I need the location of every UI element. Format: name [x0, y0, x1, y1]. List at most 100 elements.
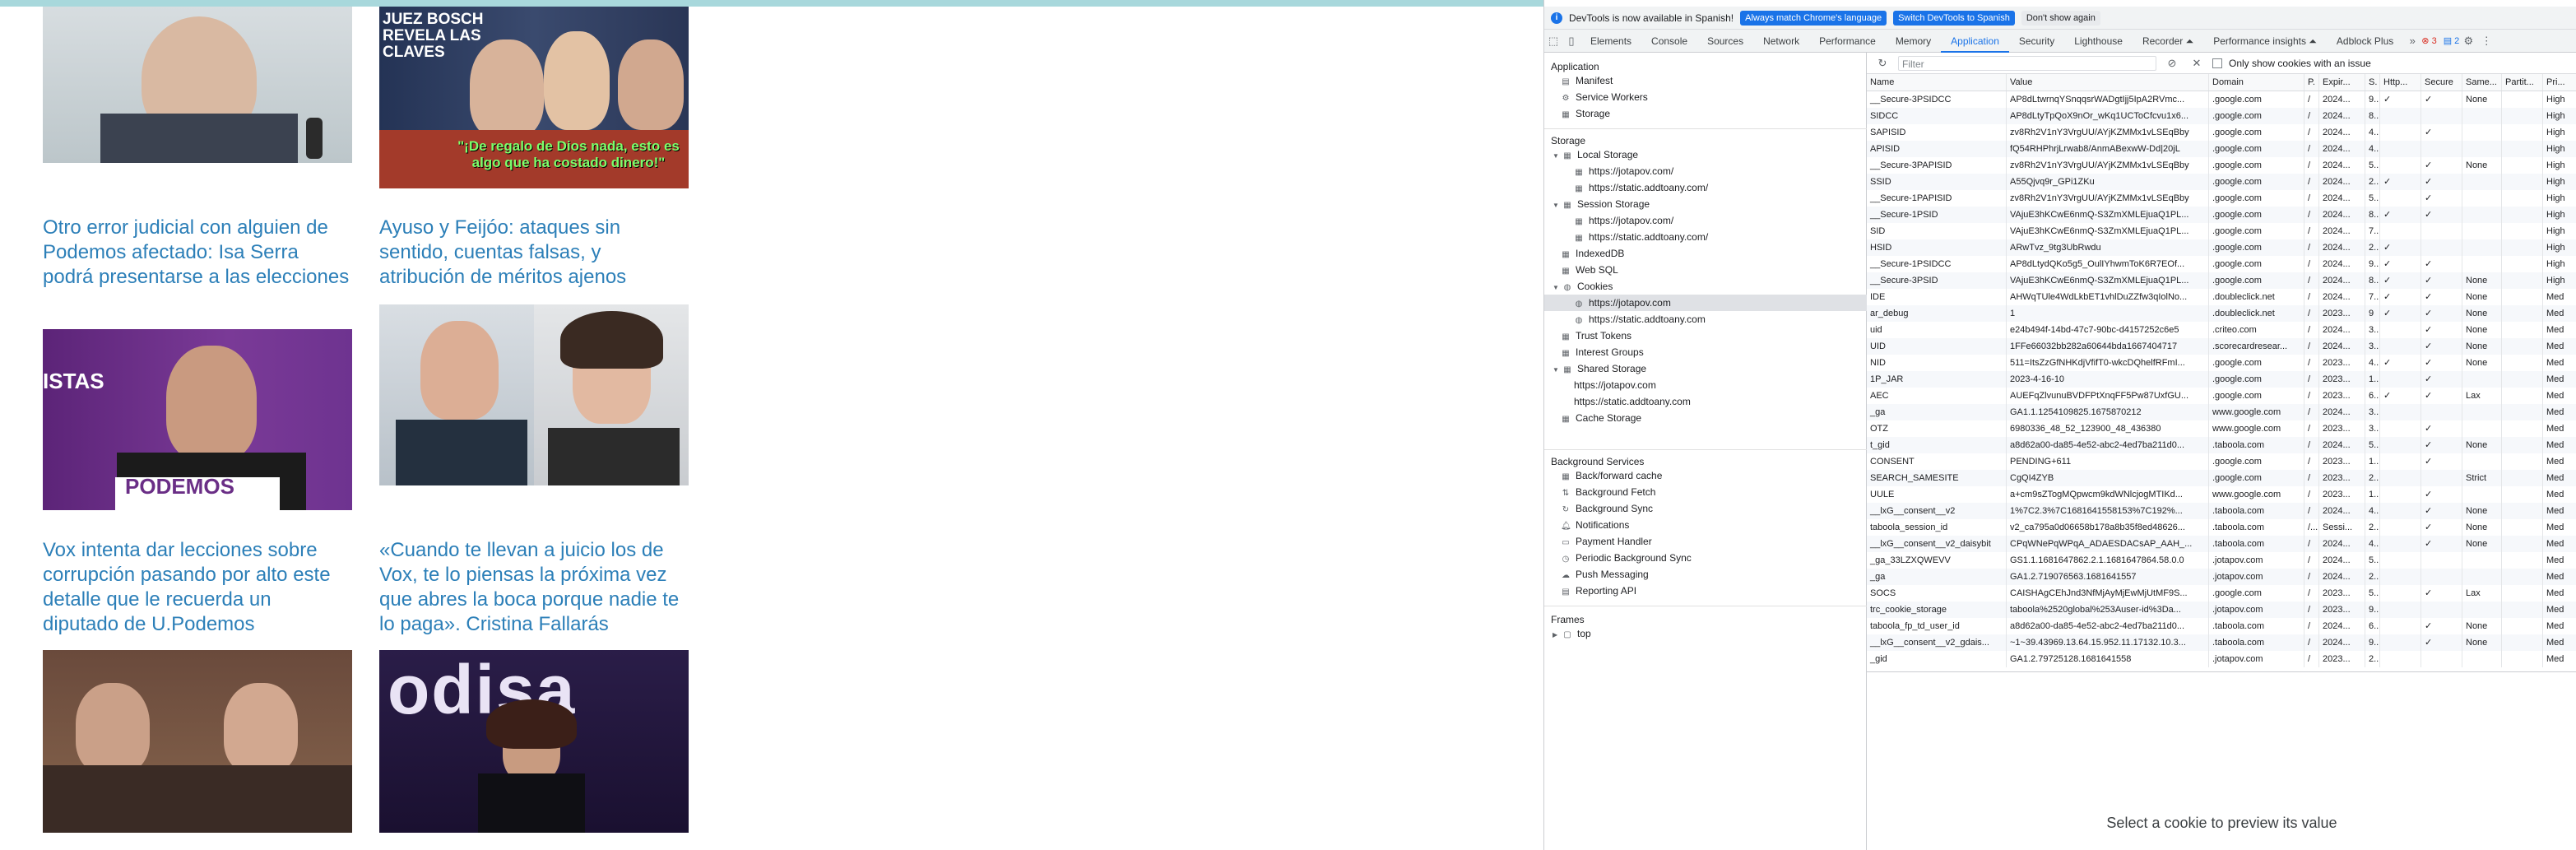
- tab-sources[interactable]: Sources: [1697, 30, 1753, 53]
- filter-input[interactable]: Filter: [1898, 55, 2156, 71]
- column-header[interactable]: Secure: [2421, 74, 2462, 91]
- table-row[interactable]: HSID ARwTvz_9tg3UbRwdu .google.com/2024...…: [1867, 239, 2576, 256]
- article-title[interactable]: Ayuso y Feijóo: ataques sin sentido, cue…: [379, 216, 689, 290]
- only-issue-checkbox[interactable]: [2212, 58, 2222, 68]
- sidebar-item-session-origin[interactable]: ▦ https://static.addtoany.com/: [1574, 229, 1708, 245]
- sidebar-item-trust-tokens[interactable]: ▦ Trust Tokens: [1561, 327, 1631, 344]
- table-row[interactable]: AEC AUEFqZlvunuBVDFPtXnqFF5Pw87UxfGU... .g…: [1867, 388, 2576, 404]
- table-row[interactable]: _ga GA1.1.1254109825.1675870212 www.google…: [1867, 404, 2576, 420]
- sidebar-item-shared-origin[interactable]: https://static.addtoany.com: [1574, 393, 1691, 410]
- table-row[interactable]: _ga_33LZXQWEVV GS1.1.1681647862.2.1.16816…: [1867, 552, 2576, 569]
- sidebar-item-indexeddb[interactable]: ▦ IndexedDB: [1561, 245, 1624, 262]
- table-row[interactable]: 1P_JAR 2023-4-16-10 .google.com/2023... 1..…: [1867, 371, 2576, 388]
- sidebar-item-cache-storage[interactable]: ▦ Cache Storage: [1561, 410, 1641, 426]
- expand-triangle-icon[interactable]: ▼: [1553, 280, 1561, 296]
- column-header[interactable]: Http...: [2380, 74, 2421, 91]
- article-image[interactable]: [43, 7, 352, 163]
- sidebar-item-periodic-sync[interactable]: ◷ Periodic Background Sync: [1561, 550, 1692, 566]
- table-row[interactable]: _gid GA1.2.79725128.1681641558 .jotapov.co…: [1867, 651, 2576, 667]
- article-title[interactable]: Otro error judicial con alguien de Podem…: [43, 216, 352, 290]
- table-row[interactable]: IDE AHWqTUle4WdLkbET1vhlDuZZfw3qIolNo....…: [1867, 289, 2576, 305]
- sidebar-item-storage[interactable]: ▦ Storage: [1561, 105, 1610, 122]
- article-title[interactable]: «Cuando te llevan a juicio los de Vox, t…: [379, 538, 689, 637]
- column-header[interactable]: Expir...: [2319, 74, 2365, 91]
- article-title[interactable]: Vox intenta dar lecciones sobre corrupci…: [43, 538, 352, 637]
- device-toolbar-icon[interactable]: ▯: [1562, 30, 1580, 53]
- tab-performance-insights[interactable]: Performance insights ⏶: [2203, 30, 2327, 53]
- refresh-icon[interactable]: ↻: [1873, 55, 1891, 72]
- table-row[interactable]: _ga GA1.2.719076563.1681641557 .jotapov.co…: [1867, 569, 2576, 585]
- table-row[interactable]: SAPISID zv8Rh2V1nY3VrgUU/AYjKZMMx1vLSEqBb…: [1867, 124, 2576, 141]
- sidebar-item-reporting-api[interactable]: ▤ Reporting API: [1561, 583, 1636, 599]
- sidebar-item-websql[interactable]: ▦ Web SQL: [1561, 262, 1618, 278]
- expand-triangle-icon[interactable]: ▼: [1553, 148, 1561, 165]
- table-row[interactable]: SSID A55Qjvq9r_GPi1ZKu .google.com/2024...…: [1867, 174, 2576, 190]
- tab-application[interactable]: Application: [1941, 30, 2009, 53]
- sidebar-item-shared-origin[interactable]: https://jotapov.com: [1574, 377, 1656, 393]
- sidebar-item-shared-storage[interactable]: ▼ ▦ Shared Storage: [1553, 360, 1646, 377]
- sidebar-item-local-storage[interactable]: ▼ ▦ Local Storage: [1553, 146, 1638, 163]
- sidebar-item-bfcache[interactable]: ▦ Back/forward cache: [1561, 467, 1662, 484]
- table-row[interactable]: SEARCH_SAMESITE CgQI4ZYB .google.com/2023.…: [1867, 470, 2576, 486]
- tab-adblock-plus[interactable]: Adblock Plus: [2327, 30, 2403, 53]
- article-image[interactable]: ISTAS PODEMOS: [43, 329, 352, 510]
- column-header[interactable]: Same...: [2462, 74, 2502, 91]
- sidebar-item-manifest[interactable]: ▤ Manifest: [1561, 72, 1613, 89]
- error-count-badge[interactable]: ⊗ 3: [2421, 35, 2436, 46]
- tab-console[interactable]: Console: [1641, 30, 1697, 53]
- column-header[interactable]: Domain: [2209, 74, 2304, 91]
- tab-memory[interactable]: Memory: [1886, 30, 1941, 53]
- tab-network[interactable]: Network: [1753, 30, 1809, 53]
- table-row[interactable]: SIDCC AP8dLtyTpQoX9nOr_wKq1UCToCfcvu1x6..…: [1867, 108, 2576, 124]
- article-image[interactable]: JUEZ BOSCH REVELA LAS CLAVES "¡De regalo…: [379, 7, 689, 188]
- sidebar-item-push-messaging[interactable]: ☁ Push Messaging: [1561, 566, 1649, 583]
- tab-security[interactable]: Security: [2009, 30, 2064, 53]
- table-row[interactable]: __lxG__consent__v2_daisybit CPqWNePqWPqA_…: [1867, 536, 2576, 552]
- table-row[interactable]: OTZ 6980336_48_52_123900_48_436380 www.goo…: [1867, 420, 2576, 437]
- column-header[interactable]: Name: [1867, 74, 2007, 91]
- table-row[interactable]: __Secure-3PSID VAjuE3hKCwE6nmQ-S3ZmXMLEju…: [1867, 272, 2576, 289]
- article-image[interactable]: [43, 650, 352, 833]
- sidebar-item-local-origin[interactable]: ▦ https://jotapov.com/: [1574, 163, 1673, 179]
- table-row[interactable]: __Secure-3PAPISID zv8Rh2V1nY3VrgUU/AYjKZM…: [1867, 157, 2576, 174]
- delete-icon[interactable]: ✕: [2188, 55, 2206, 72]
- kebab-menu-icon[interactable]: ⋮: [2477, 30, 2495, 53]
- dont-show-again-button[interactable]: Don't show again: [2021, 10, 2100, 26]
- column-header[interactable]: Partit...: [2502, 74, 2543, 91]
- article-card[interactable]: «Cuando te llevan a juicio los de Vox, t…: [379, 538, 689, 637]
- table-row[interactable]: uid e24b494f-14bd-47c7-90bc-d4157252c6e5.…: [1867, 322, 2576, 338]
- switch-language-button[interactable]: Switch DevTools to Spanish: [1893, 10, 2015, 26]
- sidebar-item-local-origin[interactable]: ▦ https://static.addtoany.com/: [1574, 179, 1708, 196]
- table-row[interactable]: APISID fQ54RHPhrjLrwab8/AnmABexwW-Dd|20jL…: [1867, 141, 2576, 157]
- column-header[interactable]: Pri...: [2543, 74, 2576, 91]
- table-row[interactable]: __Secure-1PAPISID zv8Rh2V1nY3VrgUU/AYjKZM…: [1867, 190, 2576, 207]
- column-header[interactable]: Value: [2007, 74, 2209, 91]
- sidebar-item-session-storage[interactable]: ▼ ▦ Session Storage: [1553, 196, 1650, 212]
- table-row[interactable]: __lxG__consent__v2_gdais... ~1~39.43969.1…: [1867, 634, 2576, 651]
- article-card[interactable]: Vox intenta dar lecciones sobre corrupci…: [43, 538, 352, 637]
- expand-triangle-icon[interactable]: ▼: [1553, 362, 1561, 379]
- table-row[interactable]: SID VAjuE3hKCwE6nmQ-S3ZmXMLEjuaQ1PL... .go…: [1867, 223, 2576, 239]
- sidebar-item-session-origin[interactable]: ▦ https://jotapov.com/: [1574, 212, 1673, 229]
- table-row[interactable]: __lxG__consent__v2 1%7C2.3%7C168164155815…: [1867, 503, 2576, 519]
- more-tabs-icon[interactable]: »: [2403, 30, 2421, 53]
- table-row[interactable]: ar_debug 1 .doubleclick.net/2023... 9 ✓ ✓ None…: [1867, 305, 2576, 322]
- article-image[interactable]: [379, 304, 689, 485]
- sidebar-item-frame-top[interactable]: ▶ ▢ top: [1553, 625, 1591, 642]
- article-card[interactable]: Ayuso y Feijóo: ataques sin sentido, cue…: [379, 216, 689, 290]
- sidebar-item-interest-groups[interactable]: ▦ Interest Groups: [1561, 344, 1643, 360]
- sidebar-item-background-fetch[interactable]: ⇅ Background Fetch: [1561, 484, 1656, 500]
- table-row[interactable]: SOCS CAISHAgCEhJnd3NfMjAyMjEwMjUtMF9S....…: [1867, 585, 2576, 602]
- table-row[interactable]: taboola_fp_td_user_id a8d62a00-da85-4e52-…: [1867, 618, 2576, 634]
- table-row[interactable]: NID 511=ItsZzGfNHKdjVfifT0-wkcDQhelfRFmI.…: [1867, 355, 2576, 371]
- sidebar-item-payment-handler[interactable]: ▭ Payment Handler: [1561, 533, 1651, 550]
- sidebar-item-cookie-origin[interactable]: ◍ https://static.addtoany.com: [1574, 311, 1706, 327]
- settings-gear-icon[interactable]: ⚙: [2459, 30, 2477, 53]
- inspect-element-icon[interactable]: ⬚: [1544, 30, 1562, 53]
- article-image[interactable]: odisa: [379, 650, 689, 833]
- table-row[interactable]: CONSENT PENDING+611 .google.com/2023... 1..…: [1867, 453, 2576, 470]
- match-language-button[interactable]: Always match Chrome's language: [1740, 10, 1887, 26]
- expand-triangle-icon[interactable]: ▼: [1553, 197, 1561, 214]
- table-row[interactable]: trc_cookie_storage taboola%2520global%253…: [1867, 602, 2576, 618]
- sidebar-item-background-sync[interactable]: ↻ Background Sync: [1561, 500, 1653, 517]
